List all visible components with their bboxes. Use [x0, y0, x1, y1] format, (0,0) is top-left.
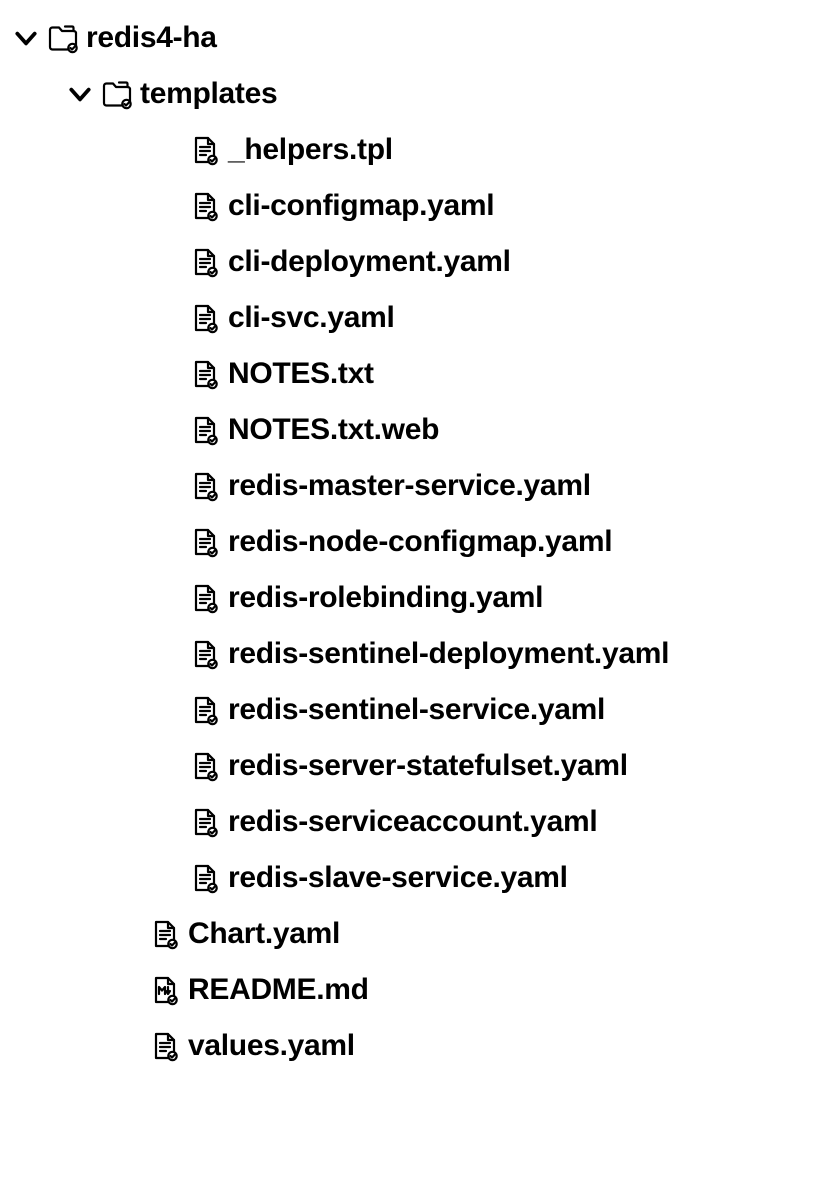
folder-icon — [100, 77, 134, 111]
file-row[interactable]: redis-server-statefulset.yaml — [8, 738, 828, 794]
file-icon — [188, 301, 222, 335]
file-row[interactable]: cli-svc.yaml — [8, 290, 828, 346]
file-label: README.md — [188, 975, 369, 1005]
file-row[interactable]: redis-sentinel-service.yaml — [8, 682, 828, 738]
file-label: cli-configmap.yaml — [228, 191, 494, 221]
file-label: Chart.yaml — [188, 919, 340, 949]
file-row[interactable]: redis-master-service.yaml — [8, 458, 828, 514]
file-icon — [188, 469, 222, 503]
file-row[interactable]: _helpers.tpl — [8, 122, 828, 178]
folder-row[interactable]: redis4-ha — [8, 10, 828, 66]
folder-row[interactable]: templates — [8, 66, 828, 122]
file-row[interactable]: redis-sentinel-deployment.yaml — [8, 626, 828, 682]
markdown-file-icon — [148, 973, 182, 1007]
file-icon — [188, 245, 222, 279]
file-row[interactable]: README.md — [8, 962, 828, 1018]
file-icon — [188, 525, 222, 559]
file-label: redis-serviceaccount.yaml — [228, 807, 597, 837]
file-row[interactable]: redis-slave-service.yaml — [8, 850, 828, 906]
file-label: cli-deployment.yaml — [228, 247, 511, 277]
file-row[interactable]: values.yaml — [8, 1018, 828, 1074]
file-row[interactable]: cli-configmap.yaml — [8, 178, 828, 234]
file-row[interactable]: NOTES.txt.web — [8, 402, 828, 458]
file-icon — [148, 1029, 182, 1063]
file-label: redis-master-service.yaml — [228, 471, 591, 501]
file-icon — [188, 861, 222, 895]
file-label: redis-sentinel-deployment.yaml — [228, 639, 669, 669]
file-label: NOTES.txt — [228, 359, 374, 389]
file-label: redis-node-configmap.yaml — [228, 527, 612, 557]
chevron-down-icon[interactable] — [12, 24, 40, 52]
file-icon — [188, 133, 222, 167]
file-row[interactable]: redis-node-configmap.yaml — [8, 514, 828, 570]
file-icon — [148, 917, 182, 951]
file-row[interactable]: redis-rolebinding.yaml — [8, 570, 828, 626]
file-icon — [188, 413, 222, 447]
file-icon — [188, 749, 222, 783]
file-label: redis-server-statefulset.yaml — [228, 751, 628, 781]
chevron-down-icon[interactable] — [66, 80, 94, 108]
file-icon — [188, 693, 222, 727]
folder-label: redis4-ha — [86, 23, 217, 53]
file-icon — [188, 637, 222, 671]
file-row[interactable]: NOTES.txt — [8, 346, 828, 402]
file-icon — [188, 189, 222, 223]
file-label: values.yaml — [188, 1031, 355, 1061]
folder-icon — [46, 21, 80, 55]
file-label: NOTES.txt.web — [228, 415, 439, 445]
file-row[interactable]: Chart.yaml — [8, 906, 828, 962]
file-label: cli-svc.yaml — [228, 303, 395, 333]
file-row[interactable]: redis-serviceaccount.yaml — [8, 794, 828, 850]
file-row[interactable]: cli-deployment.yaml — [8, 234, 828, 290]
file-label: _helpers.tpl — [228, 135, 393, 165]
file-icon — [188, 581, 222, 615]
file-tree: redis4-ha templates _helpers.tpl cli-config… — [8, 10, 828, 1074]
file-label: redis-rolebinding.yaml — [228, 583, 543, 613]
file-label: redis-sentinel-service.yaml — [228, 695, 605, 725]
folder-label: templates — [140, 79, 277, 109]
file-label: redis-slave-service.yaml — [228, 863, 568, 893]
file-icon — [188, 357, 222, 391]
file-icon — [188, 805, 222, 839]
